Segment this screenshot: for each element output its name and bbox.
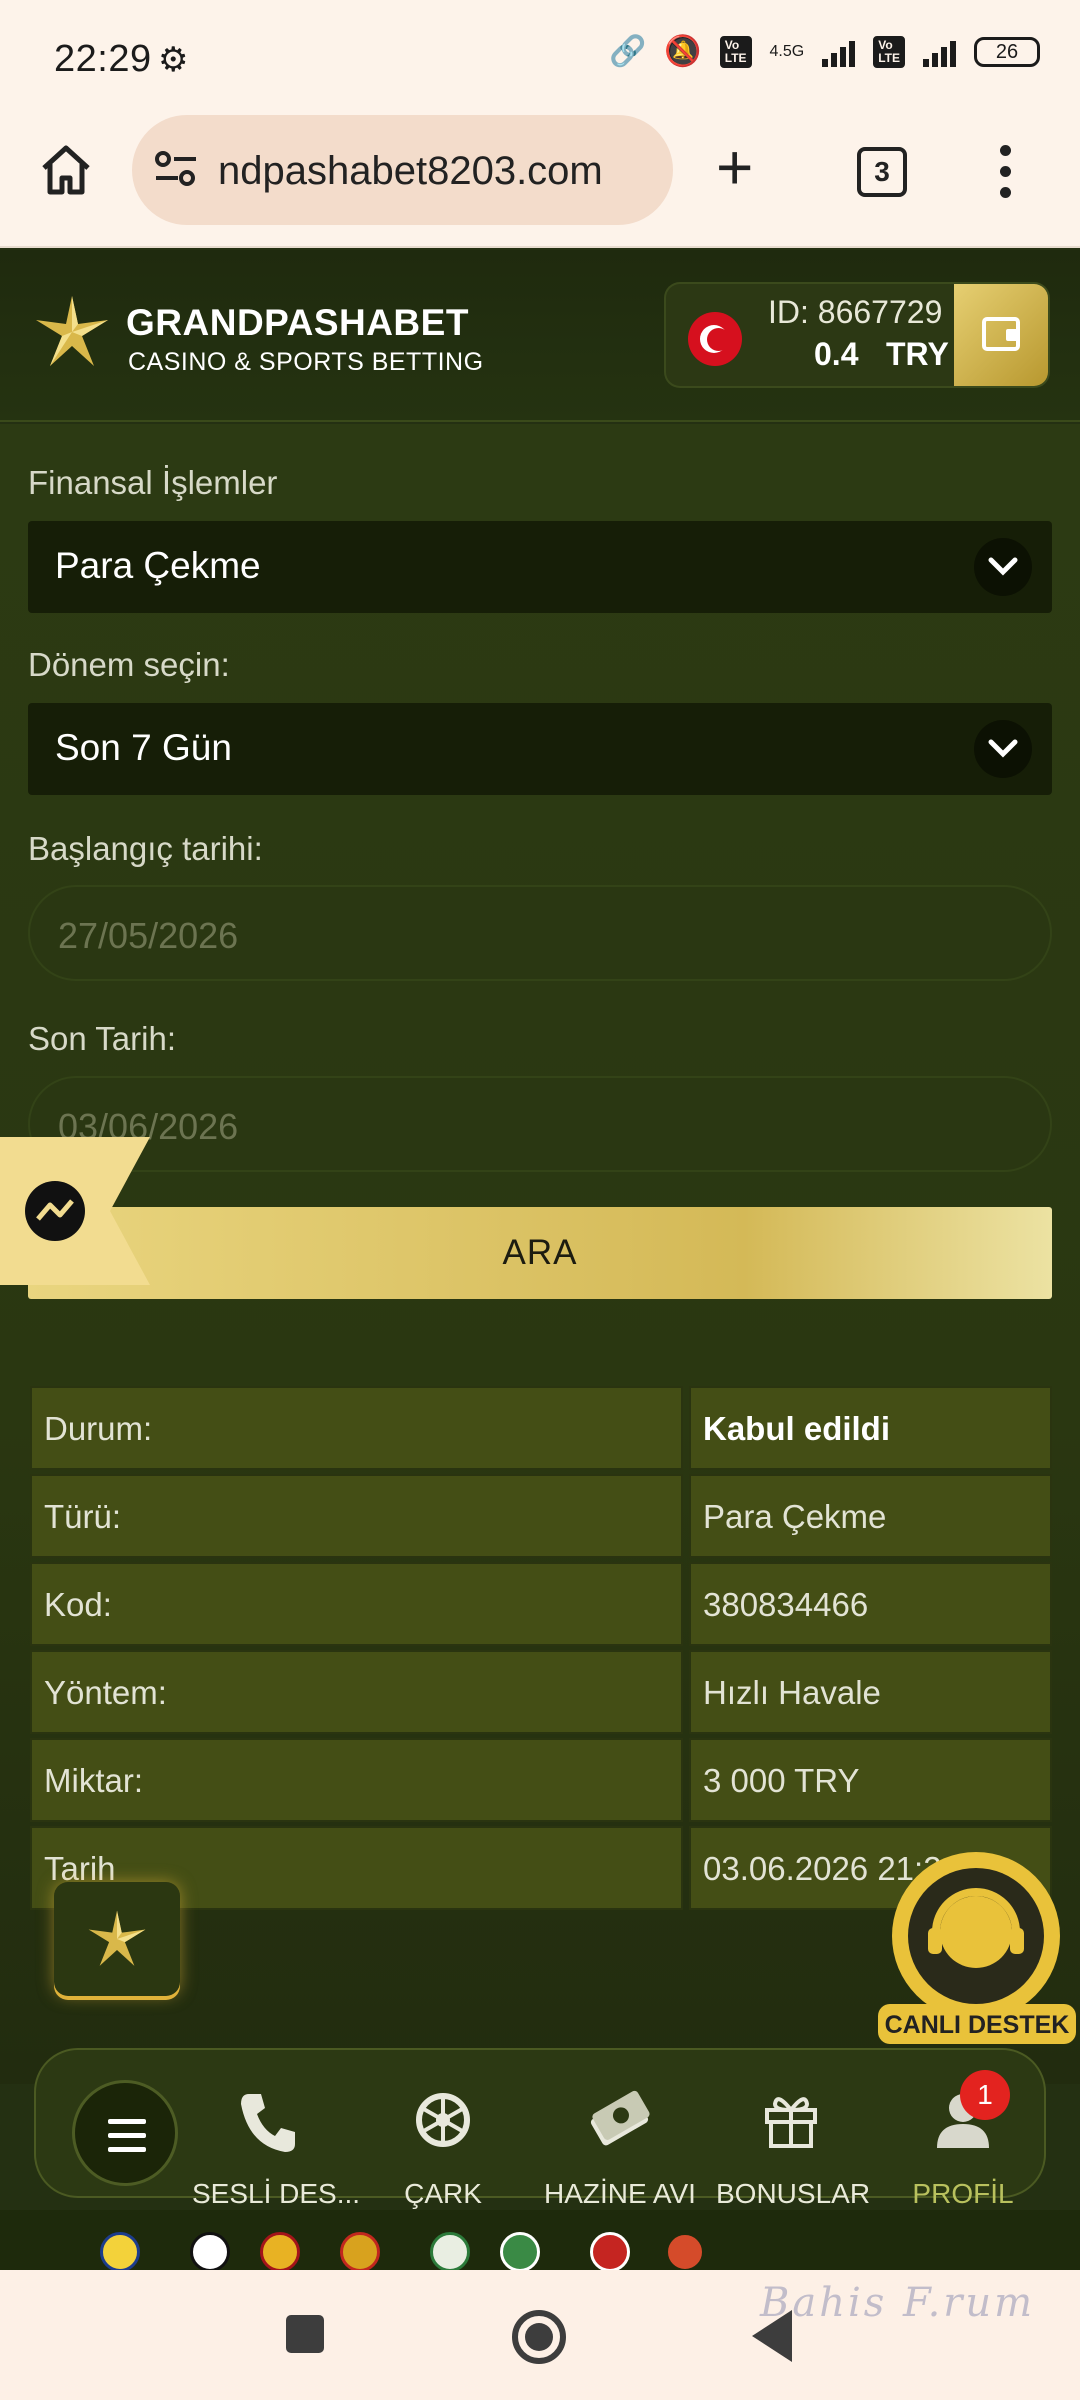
status-value: Kabul edildi — [703, 1410, 891, 1447]
wheel-icon — [416, 2093, 470, 2147]
account-id: ID: 8667729 — [768, 294, 943, 330]
battery-icon: 26 — [974, 36, 1040, 67]
logo-star-icon[interactable] — [34, 294, 110, 370]
url-bar[interactable]: ndpashabet8203.com — [132, 115, 673, 225]
live-support-button[interactable]: CANLI DESTEK — [874, 1848, 1080, 2048]
end-date-label: Son Tarih: — [28, 1020, 176, 1057]
club-logo-icon — [340, 2232, 380, 2272]
browser-toolbar: ndpashabet8203.com + 3 — [0, 115, 1080, 248]
wallet-icon — [982, 317, 1020, 351]
period-label: Dönem seçin: — [28, 646, 230, 683]
table-row: Kod: 380834466 — [30, 1562, 1052, 1650]
hamburger-menu-button[interactable] — [72, 2080, 178, 2186]
mute-icon: 🔕 — [664, 35, 702, 68]
club-logo-icon — [260, 2232, 300, 2272]
club-logo-icon — [665, 2232, 705, 2272]
amount-value: 3 000 TRY — [703, 1762, 860, 1799]
nav-voice-support[interactable]: SESLİ DES... — [192, 2090, 360, 2210]
live-support-label: CANLI DESTEK — [885, 2011, 1070, 2039]
period-select[interactable]: Son 7 Gün — [28, 703, 1052, 795]
brand-name[interactable]: GRANDPASHABET — [126, 302, 469, 344]
nav-profile[interactable]: PROFİL 1 — [888, 2070, 1038, 2210]
club-logo-icon — [190, 2232, 230, 2272]
link-icon: 🔗 — [609, 35, 647, 68]
account-balance: 0.4 — [814, 336, 859, 372]
chevron-down-icon — [974, 538, 1032, 596]
start-date-label: Başlangıç tarihi: — [28, 830, 263, 867]
status-bar: 22:29 ⚙ 🔗 🔕 Vo LTE 4.5G Vo LTE 26 — [0, 0, 1080, 115]
status-time: 22:29 — [54, 38, 152, 80]
chevron-down-icon — [974, 720, 1032, 778]
table-row: Türü: Para Çekme — [30, 1474, 1052, 1562]
amount-key: Miktar: — [44, 1762, 143, 1799]
tab-switcher-button[interactable]: 3 — [857, 147, 907, 197]
brand-tagline: CASINO & SPORTS BETTING — [128, 348, 484, 376]
watermark: Bahis F.rum — [760, 2280, 1036, 2326]
notification-badge: 1 — [960, 2070, 1010, 2120]
table-row: Yöntem: Hızlı Havale — [30, 1650, 1052, 1738]
more-menu-icon[interactable] — [1000, 145, 1012, 208]
volte-icon-2: Vo LTE — [873, 35, 905, 68]
method-key: Yöntem: — [44, 1674, 167, 1711]
home-icon[interactable] — [38, 142, 94, 198]
star-icon — [88, 1910, 146, 1966]
result-table: Durum: Kabul edildi Türü: Para Çekme Kod… — [30, 1386, 1052, 1914]
status-key: Durum: — [44, 1410, 153, 1447]
period-value: Son 7 Gün — [55, 727, 232, 768]
sponsor-strip — [0, 2210, 1080, 2270]
account-currency: TRY — [886, 336, 949, 372]
wallet-button[interactable] — [954, 284, 1048, 386]
signal-icon-2 — [923, 37, 956, 67]
new-tab-icon[interactable]: + — [716, 135, 753, 199]
method-value: Hızlı Havale — [703, 1674, 881, 1711]
start-date-value: 27/05/2026 — [58, 915, 239, 956]
messenger-tab[interactable] — [0, 1137, 150, 1285]
club-logo-icon — [590, 2232, 630, 2272]
nav-bonuses[interactable]: BONUSLAR — [716, 2090, 870, 2210]
table-row: Miktar: 3 000 TRY — [30, 1738, 1052, 1826]
type-key: Türü: — [44, 1498, 122, 1535]
gift-icon — [765, 2097, 817, 2148]
account-panel[interactable]: ID: 8667729 0.4 TRY — [666, 284, 1048, 386]
site-header: GRANDPASHABET CASINO & SPORTS BETTING ID… — [0, 250, 1080, 422]
phone-icon — [241, 2094, 295, 2152]
settings-gear-icon: ⚙ — [158, 41, 189, 79]
promo-star-button[interactable] — [54, 1882, 180, 1996]
nav-treasure-hunt[interactable]: HAZİNE AVI — [544, 2090, 696, 2210]
url-text: ndpashabet8203.com — [218, 149, 603, 193]
volte-icon: Vo LTE — [719, 35, 752, 68]
code-value: 380834466 — [703, 1586, 869, 1623]
recents-icon[interactable] — [286, 2315, 324, 2353]
table-row: Durum: Kabul edildi — [30, 1386, 1052, 1474]
site-settings-icon[interactable] — [154, 149, 198, 189]
search-button[interactable]: ARA — [28, 1207, 1052, 1299]
status-icons: 🔗 🔕 Vo LTE 4.5G Vo LTE 26 — [609, 34, 1040, 69]
club-logo-icon — [430, 2232, 470, 2272]
code-key: Kod: — [44, 1586, 112, 1623]
transaction-type-value: Para Çekme — [55, 545, 261, 586]
turkey-flag-icon — [688, 312, 742, 366]
home-button-icon[interactable] — [512, 2310, 566, 2364]
end-date-input[interactable]: 03/06/2026 — [28, 1076, 1052, 1172]
transaction-type-select[interactable]: Para Çekme — [28, 521, 1052, 613]
treasure-icon — [590, 2090, 650, 2146]
signal-icon — [822, 37, 856, 67]
type-value: Para Çekme — [703, 1498, 887, 1535]
network-type: 4.5G — [769, 42, 805, 60]
club-logo-icon — [500, 2232, 540, 2272]
transaction-type-label: Finansal İşlemler — [28, 464, 278, 501]
nav-wheel[interactable]: ÇARK — [368, 2090, 518, 2210]
bottom-navigation: SESLİ DES... ÇARK HAZİNE AVI BONUSLAR PR… — [34, 2048, 1046, 2209]
club-logo-icon — [100, 2232, 140, 2272]
start-date-input[interactable]: 27/05/2026 — [28, 885, 1052, 981]
